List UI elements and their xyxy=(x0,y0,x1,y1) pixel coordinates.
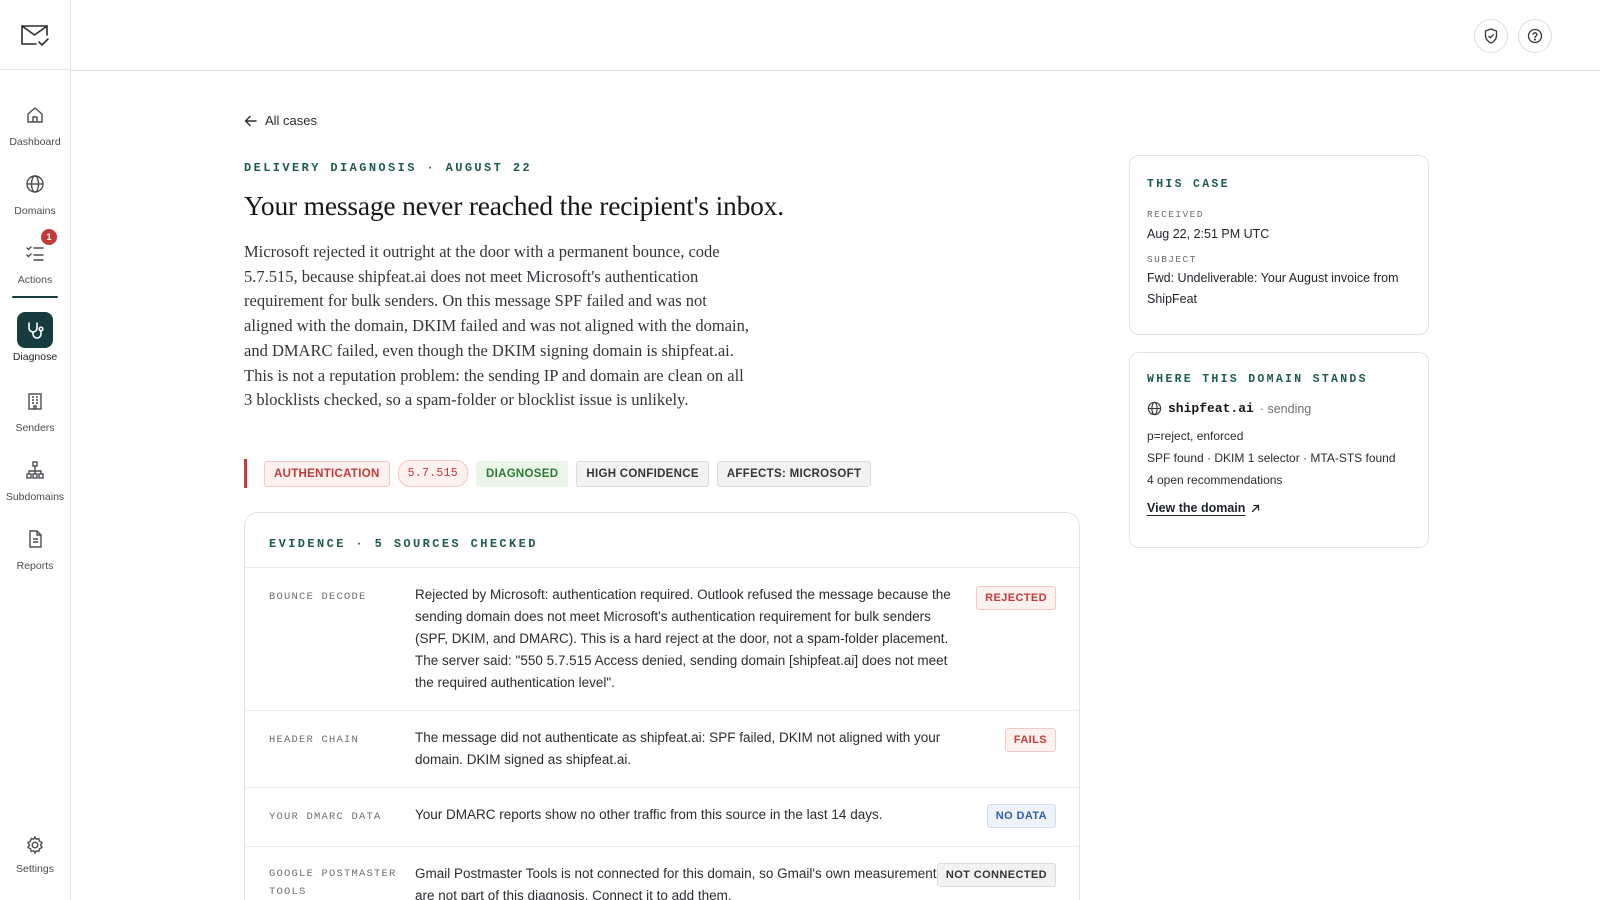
sidebar-item-subdomains[interactable]: Subdomains xyxy=(0,452,70,503)
back-label: All cases xyxy=(265,113,318,128)
back-to-cases-link[interactable]: All cases xyxy=(244,113,317,128)
case-eyebrow: DELIVERY DIAGNOSIS · AUGUST 22 xyxy=(244,161,533,175)
view-domain-link[interactable]: View the domain xyxy=(1147,501,1260,515)
tag-confidence: HIGH CONFIDENCE xyxy=(576,460,709,487)
diagnosis-summary: Microsoft rejected it outright at the do… xyxy=(244,242,749,410)
evidence-row-dmarc-data: YOUR DMARC DATA Your DMARC reports show … xyxy=(245,788,1079,847)
shield-check-icon xyxy=(1484,28,1498,44)
sidebar-item-label: Subdomains xyxy=(5,491,65,503)
sidebar-item-domains[interactable]: Domains xyxy=(0,166,70,217)
sidebar-item-label: Settings xyxy=(16,863,54,875)
evidence-source: GOOGLE POSTMASTER TOOLS xyxy=(269,868,397,898)
received-label: RECEIVED xyxy=(1147,209,1204,220)
gear-icon xyxy=(17,830,53,860)
evidence-status-badge: FAILS xyxy=(1004,728,1056,752)
top-bar xyxy=(71,0,1600,71)
tag-affects: AFFECTS: MICROSOFT xyxy=(716,460,872,487)
evidence-text: Rejected by Microsoft: authentication re… xyxy=(415,587,951,690)
evidence-source: HEADER CHAIN xyxy=(269,734,360,746)
card-title: THIS CASE xyxy=(1147,178,1230,191)
arrow-left-icon xyxy=(244,115,257,126)
recommendations-fact: 4 open recommendations xyxy=(1147,473,1283,487)
evidence-row-postmaster: GOOGLE POSTMASTER TOOLS Gmail Postmaster… xyxy=(245,847,1079,900)
sidebar-item-label: Dashboard xyxy=(9,136,61,148)
tag-status: DIAGNOSED xyxy=(475,460,569,487)
evidence-row-bounce-decode: BOUNCE DECODE Rejected by Microsoft: aut… xyxy=(245,568,1079,711)
home-icon xyxy=(17,97,53,133)
help-icon xyxy=(1527,28,1543,44)
tag-bounce-code: 5.7.515 xyxy=(397,460,468,487)
mail-check-icon xyxy=(21,24,49,46)
sidebar-item-label: Actions xyxy=(17,274,53,286)
app-logo[interactable] xyxy=(0,0,70,70)
globe-icon xyxy=(17,166,53,202)
received-value: Aug 22, 2:51 PM UTC xyxy=(1147,227,1270,241)
domain-status-card: WHERE THIS DOMAIN STANDS shipfeat.ai · s… xyxy=(1129,352,1429,548)
evidence-card: EVIDENCE · 5 SOURCES CHECKED BOUNCE DECO… xyxy=(244,512,1080,900)
tag-category: AUTHENTICATION xyxy=(264,460,390,487)
policy-fact: p=reject, enforced xyxy=(1147,429,1244,443)
domain-name: shipfeat.ai xyxy=(1168,401,1254,416)
sidebar-item-diagnose[interactable]: Diagnose xyxy=(0,312,70,363)
sidebar-item-label: Senders xyxy=(15,422,55,434)
sidebar-divider xyxy=(12,296,58,298)
evidence-text: The message did not authenticate as ship… xyxy=(415,730,941,767)
card-title: WHERE THIS DOMAIN STANDS xyxy=(1147,373,1368,386)
page-title: Your message never reached the recipient… xyxy=(244,190,784,221)
evidence-text: Gmail Postmaster Tools is not connected … xyxy=(415,866,944,900)
evidence-source: BOUNCE DECODE xyxy=(269,591,367,603)
records-fact: SPF found · DKIM 1 selector · MTA-STS fo… xyxy=(1147,451,1396,465)
hierarchy-icon xyxy=(17,452,53,488)
sidebar-item-label: Reports xyxy=(16,560,54,572)
security-button[interactable] xyxy=(1474,19,1508,53)
sidebar-item-dashboard[interactable]: Dashboard xyxy=(0,97,70,148)
domain-line: shipfeat.ai · sending xyxy=(1147,401,1411,416)
evidence-status-badge: NO DATA xyxy=(986,804,1056,828)
diagnosis-tags: AUTHENTICATION 5.7.515 DIAGNOSED HIGH CO… xyxy=(244,459,872,488)
checklist-icon: 1 xyxy=(17,229,57,271)
domain-state: · sending xyxy=(1259,401,1312,416)
evidence-status-badge: NOT CONNECTED xyxy=(936,863,1056,887)
subject-value: Fwd: Undeliverable: Your August invoice … xyxy=(1147,271,1399,306)
sidebar-item-label: Diagnose xyxy=(12,351,58,363)
arrow-up-right-icon xyxy=(1252,504,1260,512)
evidence-source: YOUR DMARC DATA xyxy=(269,811,382,823)
help-button[interactable] xyxy=(1518,19,1552,53)
evidence-row-header-chain: HEADER CHAIN The message did not authent… xyxy=(245,711,1079,788)
stethoscope-icon xyxy=(17,312,53,348)
sidebar-item-settings[interactable]: Settings xyxy=(0,830,70,875)
this-case-card: THIS CASE RECEIVED Aug 22, 2:51 PM UTC S… xyxy=(1129,155,1429,335)
evidence-header: EVIDENCE · 5 SOURCES CHECKED xyxy=(245,513,1079,568)
document-icon xyxy=(17,521,53,557)
sidebar-item-label: Domains xyxy=(14,205,56,217)
globe-icon xyxy=(1147,401,1162,416)
building-icon xyxy=(17,383,53,419)
sidebar-item-reports[interactable]: Reports xyxy=(0,521,70,572)
view-domain-label: View the domain xyxy=(1147,501,1246,515)
sidebar: Dashboard Domains 1 Actions Diagnose Sen… xyxy=(0,0,71,900)
subject-label: SUBJECT xyxy=(1147,254,1197,265)
sidebar-item-actions[interactable]: 1 Actions xyxy=(0,229,70,286)
actions-count-badge: 1 xyxy=(41,229,57,245)
evidence-status-badge: REJECTED xyxy=(976,586,1056,610)
evidence-text: Your DMARC reports show no other traffic… xyxy=(415,807,883,822)
sidebar-item-senders[interactable]: Senders xyxy=(0,383,70,434)
